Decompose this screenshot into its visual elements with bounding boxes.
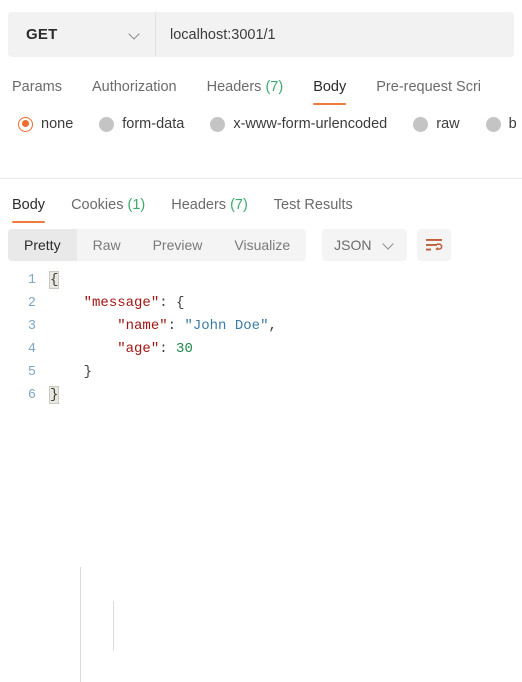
tab-params-label: Params [12, 79, 62, 95]
radio-icon [210, 116, 226, 132]
tab-pre-request-script[interactable]: Pre-request Scri [376, 79, 481, 105]
code-line: 1 { [0, 269, 522, 292]
view-mode-raw[interactable]: Raw [77, 229, 137, 261]
tab-params[interactable]: Params [12, 79, 62, 105]
view-mode-visualize-label: Visualize [234, 236, 291, 253]
url-input[interactable]: localhost:3001/1 [156, 12, 514, 57]
code-token: : [167, 318, 185, 334]
tab-body[interactable]: Body [313, 79, 347, 105]
view-mode-raw-label: Raw [92, 236, 121, 253]
code-token: "name" [117, 318, 168, 334]
response-tab-headers-count: (7) [230, 197, 248, 213]
chevron-down-icon [130, 29, 141, 40]
line-number: 6 [27, 388, 36, 403]
code-line: 2 "message": { [0, 292, 522, 315]
line-number: 1 [27, 273, 36, 288]
code-token: } [83, 364, 93, 380]
code-token: { [48, 271, 60, 289]
body-type-none-label: none [41, 116, 74, 132]
tab-headers-count: (7) [265, 79, 284, 95]
body-type-binary-label: b [508, 116, 517, 132]
http-method-select[interactable]: GET [8, 12, 156, 57]
view-mode-pretty[interactable]: Pretty [8, 228, 77, 261]
line-number: 2 [27, 296, 36, 311]
body-type-form-data[interactable]: form-data [99, 116, 184, 132]
chevron-down-icon [384, 239, 395, 250]
response-tab-body[interactable]: Body [12, 197, 46, 223]
view-mode-visualize[interactable]: Visualize [218, 229, 306, 261]
code-line-content: } [48, 384, 60, 407]
code-token: "message" [83, 295, 160, 311]
response-tab-body-label: Body [12, 197, 46, 213]
view-mode-preview[interactable]: Preview [137, 229, 219, 261]
body-type-radio-group: none form-data x-www-form-urlencoded raw… [0, 105, 522, 143]
code-line: 3 "name": "John Doe", [0, 315, 522, 338]
code-line-content: { [48, 269, 60, 292]
url-text: localhost:3001/1 [170, 26, 276, 43]
request-tabs: Params Authorization Headers (7) Body Pr… [0, 61, 522, 105]
response-format-label: JSON [334, 236, 372, 253]
word-wrap-button[interactable] [416, 228, 451, 261]
code-token: "age" [117, 341, 160, 357]
request-url-bar: GET localhost:3001/1 [8, 12, 514, 57]
response-tab-cookies-label: Cookies [71, 197, 124, 213]
view-mode-preview-label: Preview [152, 236, 203, 253]
line-number: 5 [27, 365, 36, 380]
indent-guide [80, 567, 81, 682]
response-tab-headers[interactable]: Headers (7) [171, 197, 248, 223]
body-type-form-data-label: form-data [122, 116, 185, 132]
radio-icon [485, 116, 501, 132]
response-tabs: Body Cookies (1) Headers (7) Test Result… [0, 179, 522, 223]
response-body-code[interactable]: 1 { 2 "message": { 3 "name": "John Doe",… [0, 261, 522, 682]
code-token: : [159, 341, 177, 357]
radio-icon [413, 116, 429, 132]
response-tab-test-results-label: Test Results [273, 197, 353, 213]
indent-guide [113, 601, 114, 651]
body-type-binary[interactable]: b [485, 116, 517, 132]
response-view-toolbar: Pretty Raw Preview Visualize JSON [0, 223, 522, 261]
http-method-label: GET [26, 26, 58, 43]
code-token: { [176, 295, 185, 311]
line-number: 4 [27, 342, 36, 357]
tab-pre-request-script-label: Pre-request Scri [376, 79, 482, 95]
radio-icon [99, 116, 115, 132]
code-line-content: "message": { [50, 292, 185, 315]
tab-authorization-label: Authorization [91, 79, 177, 95]
body-type-raw[interactable]: raw [413, 116, 460, 132]
code-line-content: "name": "John Doe", [50, 315, 277, 338]
body-type-urlencoded[interactable]: x-www-form-urlencoded [210, 116, 387, 132]
code-token: , [268, 318, 277, 334]
tab-headers-label: Headers [206, 79, 262, 95]
code-line-content: } [50, 361, 92, 384]
line-number: 3 [27, 319, 36, 334]
response-tab-cookies-count: (1) [127, 197, 146, 213]
word-wrap-icon [425, 239, 442, 251]
tab-body-label: Body [313, 79, 347, 95]
body-type-none[interactable]: none [18, 116, 73, 132]
code-line-content: "age": 30 [50, 338, 193, 361]
code-token: : [159, 295, 177, 311]
code-line: 6 } [0, 384, 522, 407]
view-mode-pretty-label: Pretty [24, 236, 61, 253]
response-tab-cookies[interactable]: Cookies (1) [71, 197, 145, 223]
radio-icon [18, 116, 33, 132]
tab-authorization[interactable]: Authorization [92, 79, 177, 105]
body-type-raw-label: raw [436, 116, 460, 132]
code-line: 5 } [0, 361, 522, 384]
response-tab-headers-label: Headers [171, 197, 227, 213]
code-line: 4 "age": 30 [0, 338, 522, 361]
code-token: 30 [176, 341, 193, 357]
body-type-urlencoded-label: x-www-form-urlencoded [233, 116, 388, 132]
response-format-select[interactable]: JSON [322, 228, 407, 261]
code-token: } [48, 386, 60, 404]
code-token: "John Doe" [184, 318, 269, 334]
response-tab-test-results[interactable]: Test Results [274, 197, 353, 223]
view-mode-group: Pretty Raw Preview Visualize [8, 228, 307, 261]
tab-headers[interactable]: Headers (7) [207, 79, 284, 105]
